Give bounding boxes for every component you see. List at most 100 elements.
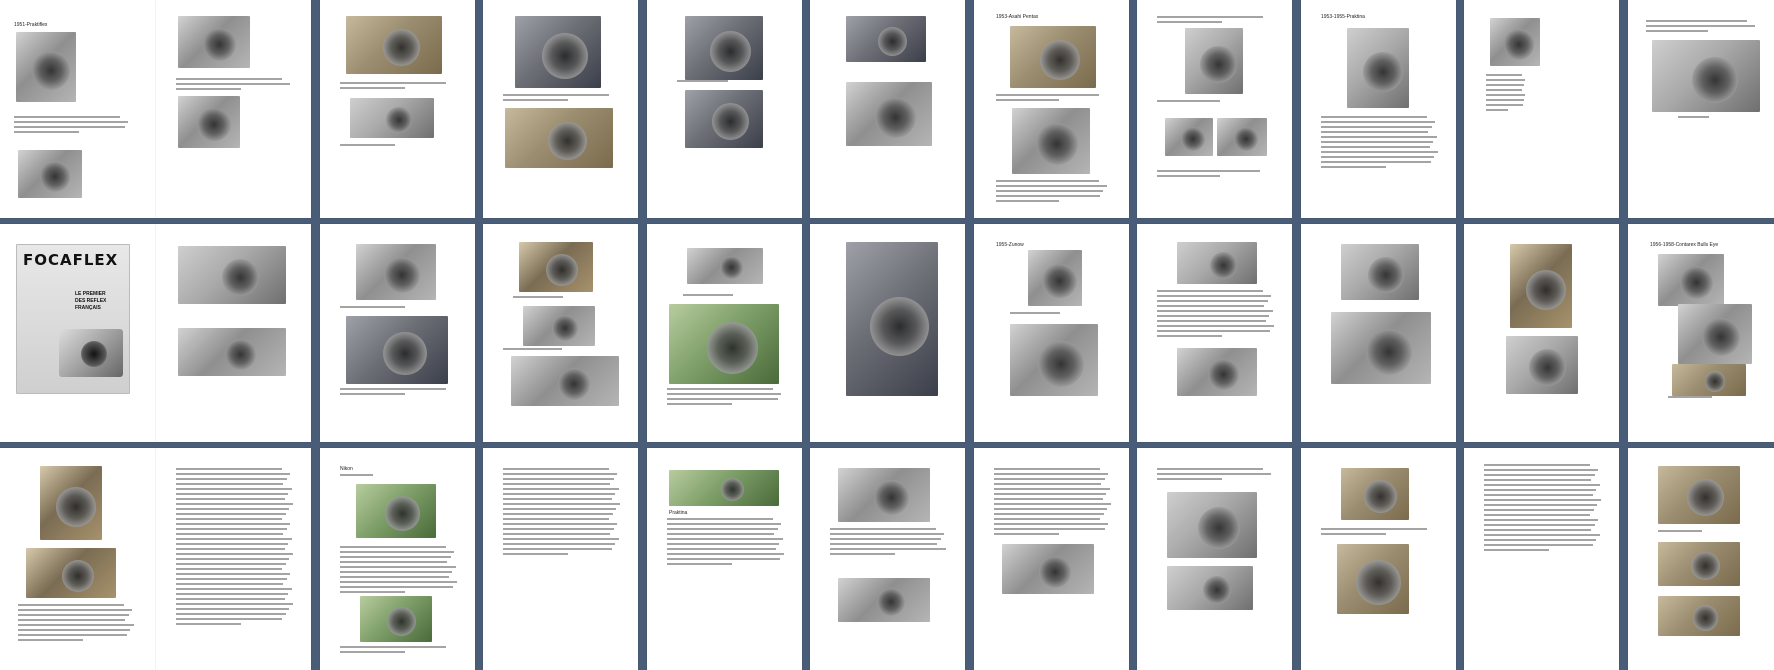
text-line bbox=[176, 503, 293, 505]
page-thumbnail[interactable]: Nikon bbox=[320, 448, 475, 670]
text-line bbox=[176, 483, 284, 485]
text-line bbox=[340, 82, 447, 84]
page-thumbnail[interactable] bbox=[483, 448, 638, 670]
page-thumbnail[interactable] bbox=[1301, 448, 1456, 670]
text-line bbox=[176, 568, 283, 570]
text-line bbox=[503, 533, 611, 535]
text-line bbox=[176, 548, 285, 550]
text-line bbox=[996, 200, 1059, 202]
page-thumbnail[interactable] bbox=[974, 448, 1129, 670]
text-line bbox=[1484, 539, 1597, 541]
page-thumbnail[interactable] bbox=[483, 224, 638, 442]
photo bbox=[350, 98, 434, 138]
photo bbox=[1337, 544, 1409, 614]
page-thumbnail[interactable] bbox=[1137, 224, 1292, 442]
photo bbox=[360, 596, 432, 642]
page-thumbnail[interactable] bbox=[810, 0, 965, 218]
camera-lens-icon bbox=[197, 107, 231, 142]
page-thumbnail[interactable] bbox=[810, 448, 965, 670]
camera-lens-icon bbox=[1503, 29, 1535, 60]
page-thumbnail[interactable] bbox=[483, 0, 638, 218]
photo bbox=[18, 150, 82, 198]
page-thumbnail[interactable]: 1953-1955-Praktina bbox=[1301, 0, 1456, 218]
text-line bbox=[677, 80, 728, 82]
page-thumbnail[interactable] bbox=[0, 448, 156, 670]
text-line bbox=[1321, 166, 1386, 168]
text-line bbox=[340, 551, 455, 553]
page-thumbnail[interactable] bbox=[320, 224, 475, 442]
page-thumbnail[interactable] bbox=[647, 224, 802, 442]
photo bbox=[685, 16, 763, 80]
page-thumbnail[interactable] bbox=[1628, 448, 1774, 670]
text-line bbox=[1321, 156, 1435, 158]
camera-lens-icon bbox=[707, 322, 759, 374]
photo bbox=[1506, 336, 1578, 394]
page-thumbnail[interactable] bbox=[1464, 448, 1619, 670]
poster-slogan: DES REFLEX bbox=[75, 298, 107, 304]
page-thumbnail[interactable] bbox=[1137, 448, 1292, 670]
text-line bbox=[176, 508, 290, 510]
poster-slogan: LE PREMIER bbox=[75, 291, 106, 297]
page-thumbnail[interactable] bbox=[1464, 0, 1619, 218]
text-line bbox=[994, 468, 1101, 470]
page-thumbnail[interactable] bbox=[1628, 0, 1774, 218]
text-line bbox=[1321, 141, 1434, 143]
text-line bbox=[503, 493, 616, 495]
page-thumbnail[interactable]: 1955-Zunow bbox=[974, 224, 1129, 442]
page-thumbnail[interactable] bbox=[1137, 0, 1292, 218]
page-thumbnail[interactable] bbox=[156, 224, 311, 442]
text-line bbox=[1484, 494, 1593, 496]
text-line bbox=[667, 518, 774, 520]
text-line bbox=[176, 473, 291, 475]
page-thumbnail[interactable] bbox=[156, 448, 311, 670]
text-line bbox=[1484, 549, 1549, 551]
text-line bbox=[340, 388, 447, 390]
text-line bbox=[1321, 131, 1429, 133]
text-line bbox=[1321, 161, 1431, 163]
text-line bbox=[176, 88, 241, 90]
page-thumbnail[interactable] bbox=[1464, 224, 1619, 442]
page-thumbnail[interactable]: 1951-Praktiflex bbox=[0, 0, 156, 218]
text-line bbox=[1010, 312, 1060, 314]
camera-lens-icon bbox=[877, 588, 906, 617]
photo bbox=[1177, 242, 1257, 284]
camera-lens-icon bbox=[203, 27, 237, 62]
page-thumbnail[interactable] bbox=[320, 0, 475, 218]
photo bbox=[1658, 466, 1740, 524]
page-thumbnail[interactable] bbox=[156, 0, 311, 218]
text-line bbox=[994, 488, 1110, 490]
text-line bbox=[176, 613, 286, 615]
camera-lens-icon bbox=[719, 256, 743, 280]
camera-lens-icon bbox=[383, 331, 427, 376]
text-line bbox=[1658, 530, 1702, 532]
text-line bbox=[1157, 468, 1264, 470]
text-line bbox=[1484, 519, 1599, 521]
text-line bbox=[830, 543, 938, 545]
camera-lens-icon bbox=[1036, 123, 1079, 166]
text-line bbox=[340, 144, 395, 146]
camera-lens-icon bbox=[1704, 371, 1726, 392]
photo bbox=[178, 16, 250, 68]
page-thumbnail[interactable] bbox=[810, 224, 965, 442]
camera-lens-icon bbox=[1691, 552, 1720, 581]
camera-lens-icon bbox=[384, 256, 421, 293]
text-line bbox=[503, 478, 614, 480]
page-thumbnail[interactable]: 1956-1958-Contarex Bulls Eye bbox=[1628, 224, 1774, 442]
camera-lens-icon bbox=[1198, 507, 1241, 550]
page-thumbnail[interactable]: 1953-Asahi Pentax bbox=[974, 0, 1129, 218]
text-line bbox=[503, 473, 618, 475]
camera-lens-icon bbox=[1356, 560, 1402, 605]
page-thumbnail[interactable]: Praktina bbox=[647, 448, 802, 670]
page-thumbnail[interactable]: FOCAFLEX LE PREMIER DES REFLEX FRANÇAIS bbox=[0, 224, 156, 442]
page-thumbnail[interactable] bbox=[1301, 224, 1456, 442]
photo bbox=[1678, 304, 1752, 364]
text-line bbox=[994, 528, 1105, 530]
text-line bbox=[503, 543, 616, 545]
foca-logo: FOCAFLEX bbox=[23, 251, 119, 269]
text-line bbox=[176, 603, 293, 605]
text-line bbox=[1486, 99, 1524, 101]
page-thumbnail[interactable] bbox=[647, 0, 802, 218]
text-line bbox=[1157, 315, 1270, 317]
text-line bbox=[176, 588, 292, 590]
text-line bbox=[503, 538, 619, 540]
